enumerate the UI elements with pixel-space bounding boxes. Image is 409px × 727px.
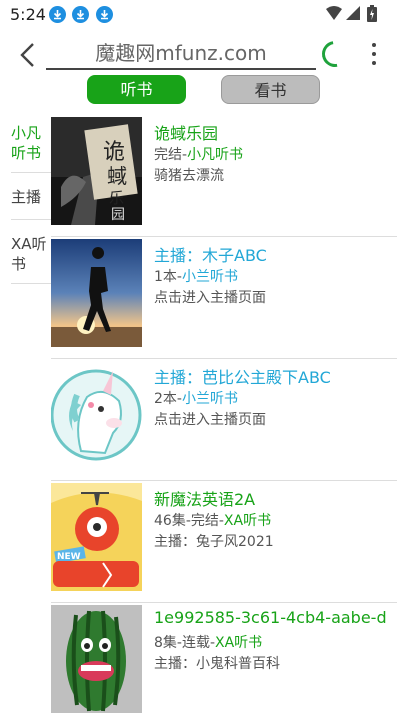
list-item[interactable]: 主播：芭比公主殿下ABC 2本-小兰听书 点击进入主播页面: [51, 359, 397, 481]
anchor-avatar: [51, 239, 142, 347]
item-title: 新魔法英语2A: [154, 490, 256, 509]
more-menu-icon[interactable]: [368, 40, 380, 68]
svg-text:NEW: NEW: [57, 552, 81, 562]
download-icon: [49, 6, 66, 23]
list-item[interactable]: NEW 新魔法英语2A 46集-完结-XA听书 主播：兔子风2021: [51, 481, 397, 603]
tab-read[interactable]: 看书: [221, 75, 320, 104]
svg-text:蜮: 蜮: [107, 164, 127, 188]
unicorn-avatar: [51, 361, 142, 469]
svg-text:园: 园: [111, 207, 125, 223]
item-title: 主播：木子ABC: [154, 246, 267, 265]
sidebar-item-xiaofan[interactable]: 小凡听书: [11, 113, 51, 173]
book-cover: 诡 蜮 乐 园: [51, 117, 142, 225]
content-list: 诡 蜮 乐 园 诡蜮乐园 完结-小凡听书 骑猪去漂流 主播：木子ABC 1本-小…: [51, 115, 397, 724]
item-subtitle: 点击进入主播页面: [154, 290, 266, 306]
status-bar: 5:24: [0, 0, 409, 30]
status-time: 5:24: [10, 5, 46, 24]
sidebar: 小凡听书 主播 XA听书: [11, 113, 51, 284]
svg-text:诡: 诡: [103, 140, 125, 165]
sidebar-item-anchor[interactable]: 主播: [11, 173, 51, 220]
tab-listen[interactable]: 听书: [87, 75, 186, 104]
item-meta: 1本-小兰听书: [154, 269, 238, 285]
item-subtitle: 主播：兔子风2021: [154, 534, 274, 550]
list-item[interactable]: 主播：木子ABC 1本-小兰听书 点击进入主播页面: [51, 237, 397, 359]
signal-icon: [346, 6, 360, 20]
item-title: 主播：芭比公主殿下ABC: [154, 368, 331, 387]
item-title: 1e992585-3c61-4cb4-aabe-d: [154, 608, 387, 627]
item-meta: 8集-连载-XA听书: [154, 635, 263, 651]
watermelon-cover: [51, 605, 142, 713]
new-magic-cover: NEW: [51, 483, 142, 591]
download-icon: [96, 6, 113, 23]
list-item[interactable]: 诡 蜮 乐 园 诡蜮乐园 完结-小凡听书 骑猪去漂流: [51, 115, 397, 237]
item-title: 诡蜮乐园: [154, 124, 219, 143]
item-subtitle: 骑猪去漂流: [154, 168, 224, 184]
sidebar-item-xa[interactable]: XA听书: [11, 220, 51, 284]
battery-icon: [367, 5, 377, 22]
item-subtitle: 点击进入主播页面: [154, 412, 266, 428]
item-meta: 46集-完结-XA听书: [154, 513, 272, 529]
wifi-icon: [326, 6, 342, 20]
download-icon: [72, 6, 89, 23]
loading-spinner-icon: [316, 35, 354, 73]
svg-text:乐: 乐: [109, 189, 124, 207]
back-icon[interactable]: [16, 40, 42, 70]
list-item[interactable]: 1e992585-3c61-4cb4-aabe-d 8集-连载-XA听书 主播：…: [51, 603, 397, 724]
search-input[interactable]: 魔趣网mfunz.com: [46, 38, 316, 70]
item-meta: 完结-小凡听书: [154, 147, 244, 163]
item-subtitle: 主播：小鬼科普百科: [154, 656, 280, 672]
item-meta: 2本-小兰听书: [154, 391, 238, 407]
